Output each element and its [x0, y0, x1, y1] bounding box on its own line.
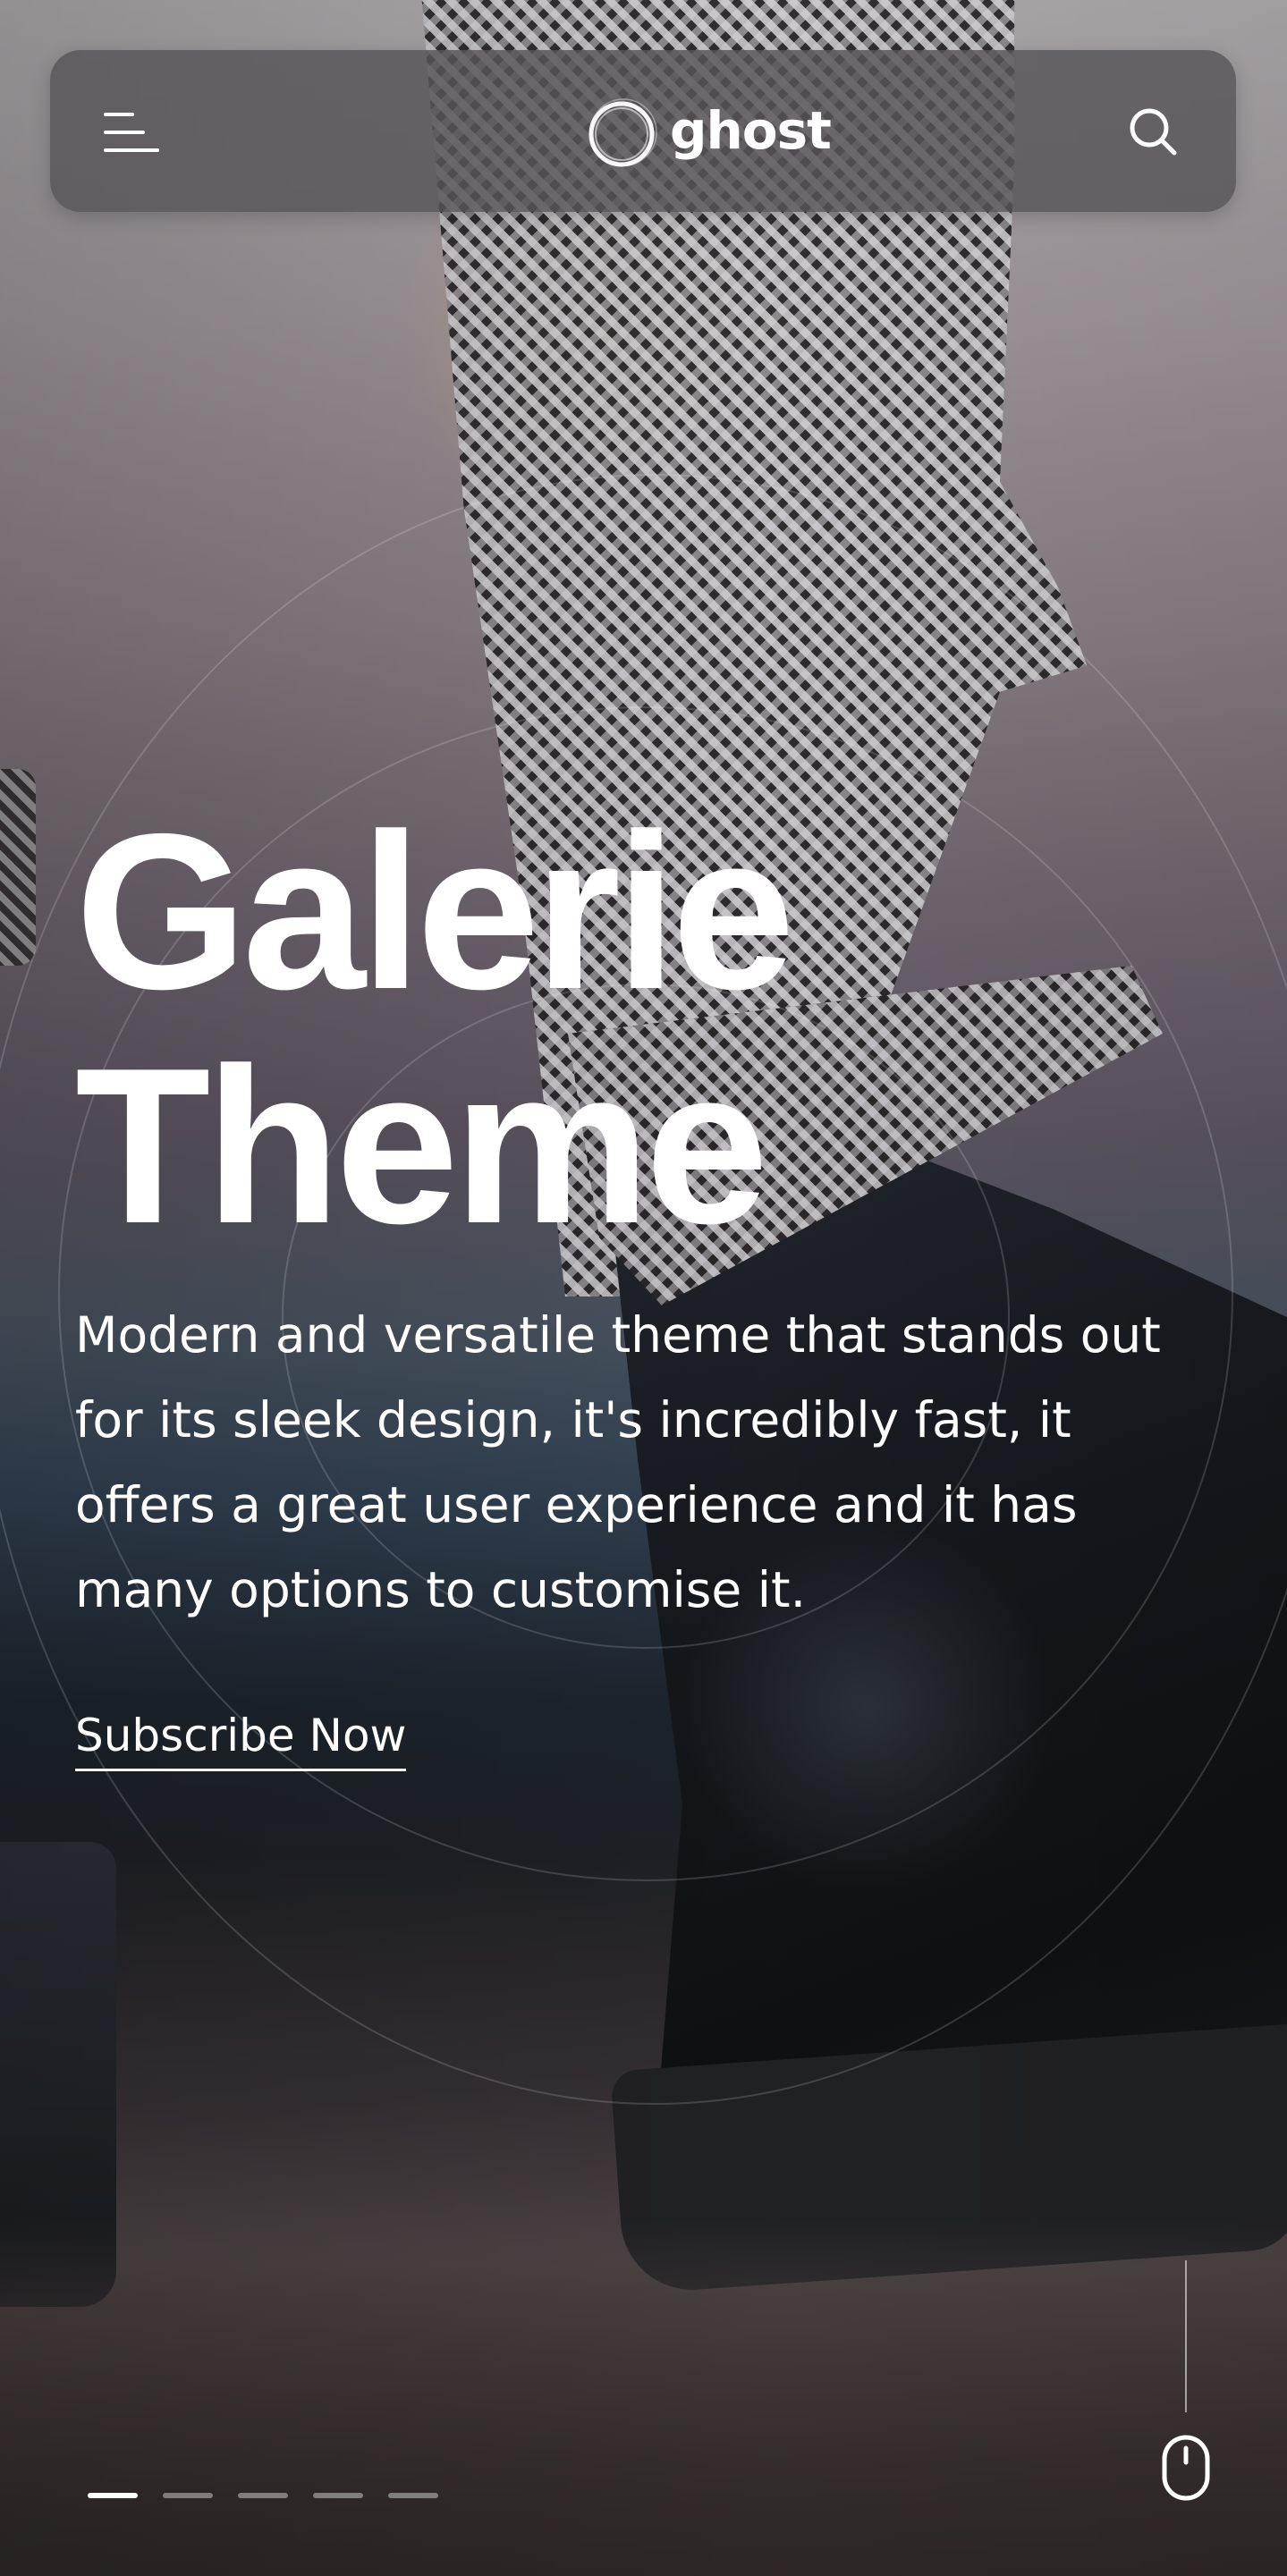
menu-line: [104, 113, 134, 116]
scroll-indicator-line: [1185, 2260, 1187, 2412]
hero-title-line: Galerie: [75, 787, 795, 1035]
ghost-logo-icon: [588, 98, 657, 167]
menu-line: [104, 148, 159, 152]
hero-description: Modern and versatile theme that stands o…: [75, 1306, 1161, 1618]
hero-title: Galerie Theme: [75, 794, 1148, 1263]
search-icon[interactable]: [1127, 106, 1179, 157]
slider-dot[interactable]: [163, 2493, 213, 2498]
slider-dot[interactable]: [313, 2493, 363, 2498]
slider-pagination: [88, 2493, 438, 2498]
site-logo[interactable]: ghost: [584, 89, 832, 179]
slider-dot[interactable]: [88, 2493, 138, 2498]
subscribe-now-link[interactable]: Subscribe Now: [75, 1704, 407, 1771]
hero-title-line: Theme: [75, 1021, 768, 1270]
slider-dot[interactable]: [388, 2493, 438, 2498]
brand-name: ghost: [670, 100, 832, 161]
hero-background-image: [0, 0, 1287, 2576]
slider-dot[interactable]: [238, 2493, 288, 2498]
mouse-scroll-icon[interactable]: [1161, 2434, 1211, 2502]
hamburger-menu-icon[interactable]: [104, 107, 166, 161]
site-header: ghost: [50, 50, 1236, 212]
menu-line: [104, 131, 145, 134]
